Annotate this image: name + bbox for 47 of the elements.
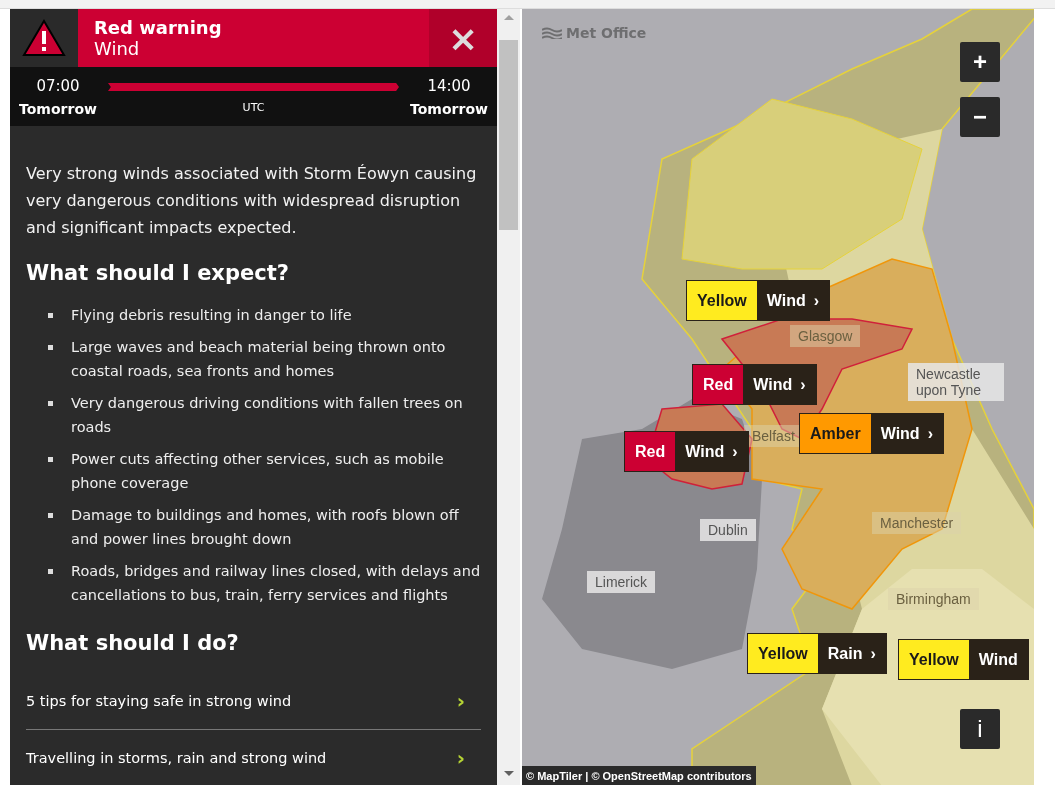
section-heading: What should I expect? [26, 261, 290, 285]
start-day: Tomorrow [19, 100, 97, 117]
warning-label[interactable]: Amber Wind › [799, 413, 944, 454]
warning-label[interactable]: Red Wind › [692, 364, 817, 405]
scroll-up-icon[interactable] [503, 15, 514, 20]
map-attribution: © MapTiler | © OpenStreetMap contributors [522, 766, 756, 785]
warning-label[interactable]: Yellow Rain › [747, 633, 887, 674]
bullet-icon [48, 313, 53, 318]
scrollbar-thumb[interactable] [499, 40, 518, 230]
warning-label[interactable]: Red Wind › [624, 431, 749, 472]
bullet-icon [48, 457, 53, 462]
impact-text: Flying debris resulting in danger to life [71, 306, 352, 325]
place-label: Newcastle upon Tyne [908, 363, 1004, 401]
bullet-icon [48, 513, 53, 518]
advice-link[interactable]: 5 tips for staying safe in strong wind › [26, 673, 481, 730]
impact-text: Power cuts affecting other services, such as mobile phone coverage [71, 450, 445, 493]
info-button[interactable]: i [960, 709, 1000, 749]
impact-text: Large waves and beach material being thrown onto coastal roads, sea fronts and homes [71, 338, 447, 381]
place-label: Dublin [700, 519, 756, 541]
zoom-in-button[interactable]: + [960, 42, 1000, 82]
warning-title: Red warning [94, 17, 223, 38]
impact-text: Roads, bridges and railway lines closed, with delays and cancellations to bus, train, ferry services and flights [71, 562, 481, 605]
place-label: Birmingham [888, 588, 979, 610]
place-label: Glasgow [790, 325, 861, 347]
warning-label[interactable]: Yellow Wind [898, 639, 1029, 680]
warning-summary: Very strong winds associated with Storm Éowyn causing very dangerous conditions with widespread disruption and significant impacts expected. [26, 163, 478, 239]
zoom-out-button[interactable]: − [960, 97, 1000, 137]
scroll-down-icon[interactable] [503, 771, 514, 776]
bullet-icon [48, 401, 53, 406]
impact-text: Damage to buildings and homes, with roofs blown off and power lines brought down [71, 506, 460, 549]
place-label: Manchester [872, 512, 962, 534]
advice-link[interactable]: Travelling in storms, rain and strong wind › [26, 730, 481, 785]
warning-triangle-icon [22, 19, 66, 57]
bullet-icon [48, 569, 53, 574]
warning-label[interactable]: Yellow Wind › [686, 280, 831, 321]
logo-text: Met Office [566, 25, 647, 41]
impact-text: Very dangerous driving conditions with fallen trees on roads [71, 394, 464, 437]
waves-icon [542, 27, 562, 39]
section-heading: What should I do? [26, 631, 240, 655]
start-time: 07:00 [36, 76, 80, 95]
bullet-icon [48, 345, 53, 350]
end-time: 14:00 [427, 76, 471, 95]
time-zone: UTC [242, 101, 265, 114]
end-day: Tomorrow [410, 100, 488, 117]
place-label: Limerick [587, 571, 656, 593]
warning-type: Wind [94, 38, 141, 59]
close-button[interactable]: × [429, 9, 497, 68]
